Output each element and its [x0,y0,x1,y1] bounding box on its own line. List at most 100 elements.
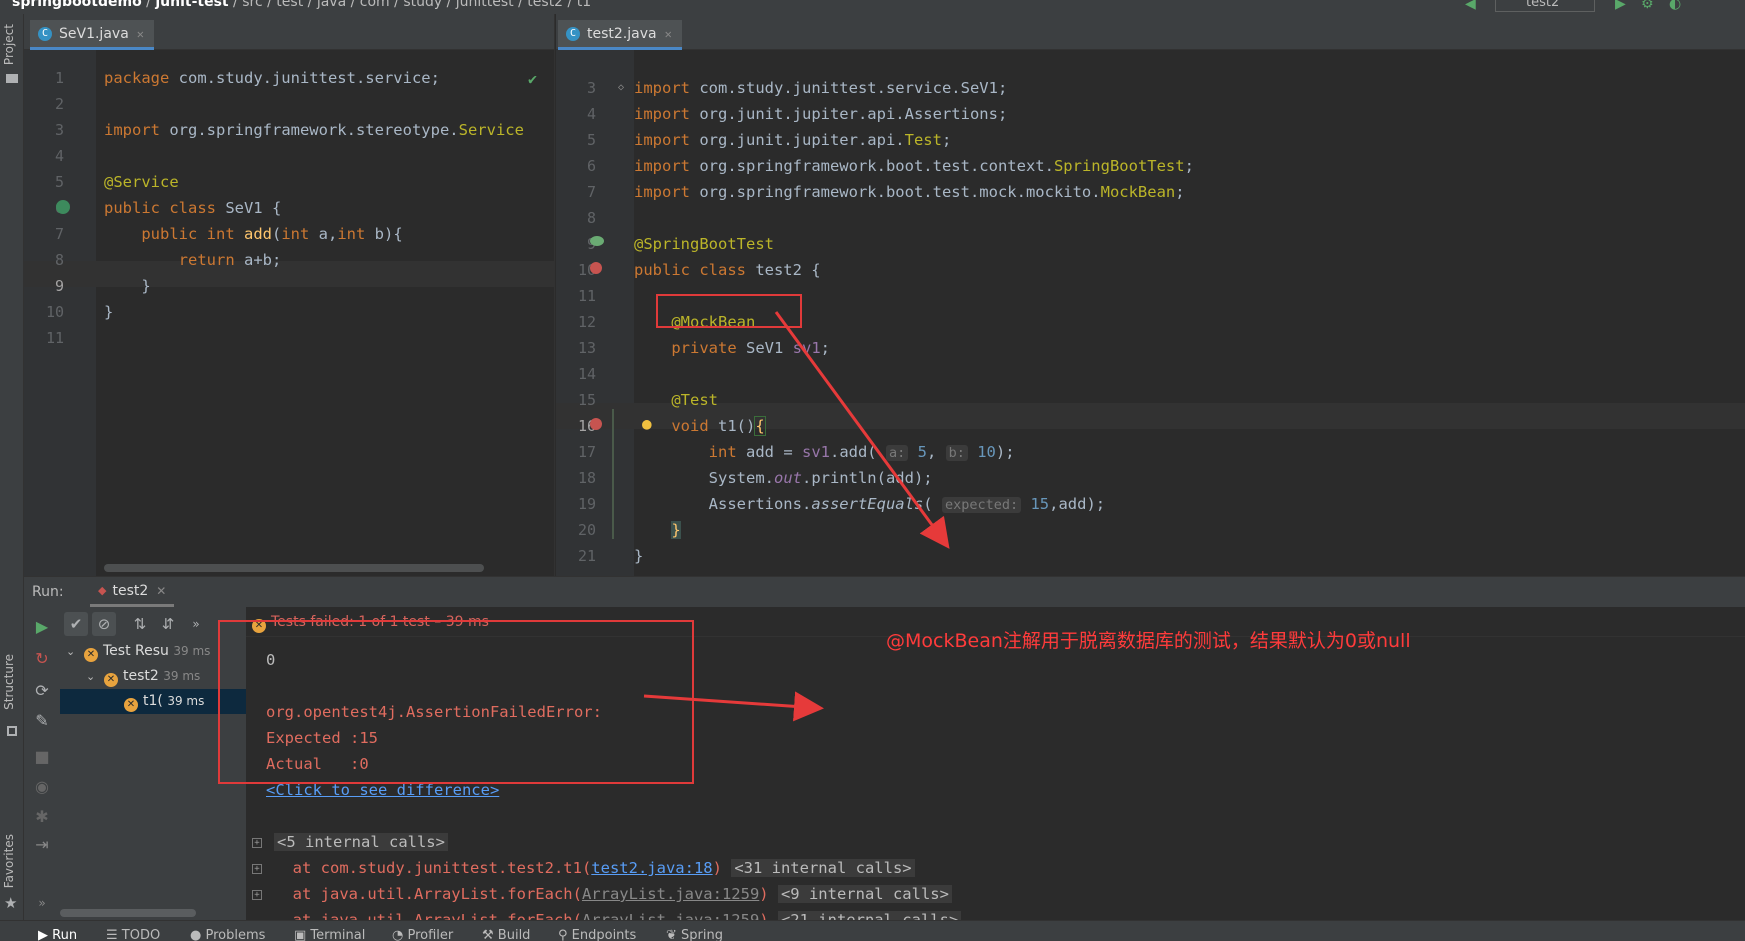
expand-icon[interactable]: + [252,864,262,874]
bottom-tab-spring[interactable]: ❦ Spring [666,928,723,941]
breadcrumb-junittest[interactable]: junittest [456,0,514,10]
breadcrumb-com[interactable]: com [360,0,390,10]
code-line[interactable]: import com.study.junittest.service.SeV1; [634,75,1007,101]
more-icon[interactable]: » [32,893,52,913]
folded-calls[interactable]: <31 internal calls> [731,859,915,877]
sort-duration-icon[interactable]: ⇵ [156,612,180,636]
code-line[interactable]: Assertions.assertEquals( expected: 15,ad… [634,491,1105,517]
stack-link[interactable]: ArrayList.java:1259 [582,885,759,903]
code-line[interactable]: } [104,299,113,325]
exit-icon[interactable]: ⇥ [32,835,52,855]
run-icon[interactable]: ▶ [1615,0,1626,12]
toggle-auto-test-icon[interactable]: ⟳ [32,681,52,701]
wrench-icon[interactable]: ✎ [32,711,52,731]
breadcrumb: springbootdemo / junit-test / src / test… [12,0,591,10]
code-line[interactable]: import org.springframework.boot.test.con… [634,153,1194,179]
bottom-tab-run[interactable]: ▶ Run [38,928,77,941]
breadcrumb-src[interactable]: src [242,0,262,10]
code-line[interactable]: @Service [104,169,179,195]
tab-test2-java[interactable]: C test2.java ✕ [558,20,682,50]
close-icon[interactable]: ✕ [137,27,144,41]
run-test-icon[interactable] [590,418,602,430]
breadcrumb-study[interactable]: study [403,0,442,10]
stop-icon[interactable]: ■ [32,747,52,767]
code-text: ; [941,131,952,149]
camera-icon[interactable]: ◉ [32,777,52,797]
bottom-tab-label: TODO [121,928,161,941]
code-line[interactable]: public class SeV1 { [104,195,281,221]
rerun-failed-icon[interactable]: ↻ [32,649,52,669]
close-icon[interactable]: ✕ [156,584,166,598]
code-line[interactable]: import org.junit.jupiter.api.Assertions; [634,101,1007,127]
lightbulb-icon[interactable]: ● [642,414,652,433]
back-icon[interactable]: ◀ [1465,0,1476,12]
more-icon[interactable]: » [184,612,208,636]
project-tool-button[interactable]: Project [2,24,16,65]
run-test-icon[interactable] [590,262,602,274]
tab-sev1-java[interactable]: C SeV1.java ✕ [30,20,155,50]
folded-calls[interactable]: <5 internal calls> [274,833,448,851]
bottom-tab-todo[interactable]: ☰ TODO [106,928,160,941]
bottom-tab-endpoints[interactable]: ⚲ Endpoints [558,928,636,941]
expand-icon[interactable]: + [252,838,262,848]
rerun-icon[interactable]: ▶ [32,617,52,637]
bottom-tab-problems[interactable]: ● Problems [190,928,265,941]
code-line[interactable]: import org.springframework.boot.test.moc… [634,179,1185,205]
bug-icon[interactable]: ✱ [32,807,52,827]
breadcrumb-java[interactable]: java [317,0,346,10]
show-ignored-icon[interactable]: ⊘ [92,612,116,636]
code-text: org.junit.jupiter.api.Assertions; [690,105,1008,123]
fold-marker[interactable]: ◇ [618,82,624,93]
spring-bean-icon[interactable] [590,236,604,246]
stack-link[interactable]: test2.java:18 [591,859,712,877]
failure-highlight-box [218,620,694,784]
test-config-icon: ◆ [98,584,107,597]
structure-icon [7,726,17,736]
code-text: ( [272,225,282,243]
horizontal-scrollbar[interactable] [104,564,484,572]
breadcrumb-project[interactable]: springbootdemo [12,0,142,10]
breadcrumb-class[interactable]: test2 [527,0,563,10]
close-icon[interactable]: ✕ [665,27,672,41]
run-tab-test2[interactable]: ◆ test2 ✕ [90,577,175,607]
breadcrumb-test[interactable]: test [276,0,303,10]
breadcrumb-module[interactable]: junit-test [155,0,228,10]
class-ref: Test [904,131,942,149]
code-line[interactable]: System.out.println(add); [634,465,933,491]
run-config-selector[interactable]: test2 [1495,0,1595,12]
tree-time: 39 ms [173,644,211,658]
expand-icon[interactable]: + [252,890,262,900]
bottom-tab-build[interactable]: ⚒ Build [482,928,530,941]
code-line[interactable]: package com.study.junittest.service; [104,65,440,91]
sort-alpha-icon[interactable]: ⇅ [128,612,152,636]
code-line[interactable]: } [634,543,643,569]
code-line[interactable]: @Test [634,387,718,413]
chevron-down-icon[interactable]: ⌄ [66,639,78,664]
bottom-tab-terminal[interactable]: ▣ Terminal [294,928,365,941]
code-line[interactable]: import org.junit.jupiter.api.Test; [634,127,951,153]
structure-tool-button[interactable]: Structure [2,654,16,710]
code-line[interactable]: private SeV1 sv1; [634,335,830,361]
code-line[interactable]: @SpringBootTest [634,231,774,257]
tree-horizontal-scrollbar[interactable] [60,909,196,917]
code-line[interactable]: void t1(){ [634,413,766,439]
code-line[interactable]: } [104,273,150,299]
coverage-icon[interactable]: ◐ [1669,0,1681,12]
implemented-icon[interactable] [56,200,70,214]
show-passed-icon[interactable]: ✔ [64,612,88,636]
favorites-tool-button[interactable]: Favorites [2,834,16,888]
code-line[interactable]: int add = sv1.add( a: 5, b: 10); [634,439,1015,465]
keyword: package [104,69,170,87]
code-line[interactable]: public class test2 { [634,257,821,283]
code-line[interactable]: import org.springframework.stereotype.Se… [104,117,524,143]
code-line[interactable]: return a+b; [104,247,282,273]
debug-icon[interactable]: ⚙ [1641,0,1654,12]
code-line[interactable]: public int add(int a,int b){ [104,221,402,247]
folded-calls[interactable]: <9 internal calls> [777,885,952,903]
breadcrumb-method[interactable]: t1 [577,0,591,10]
code-text: Assertions. [708,495,812,513]
code-line[interactable]: } [634,517,681,543]
line-number: 11 [45,329,64,347]
chevron-down-icon[interactable]: ⌄ [86,664,98,689]
bottom-tab-profiler[interactable]: ◔ Profiler [392,928,453,941]
